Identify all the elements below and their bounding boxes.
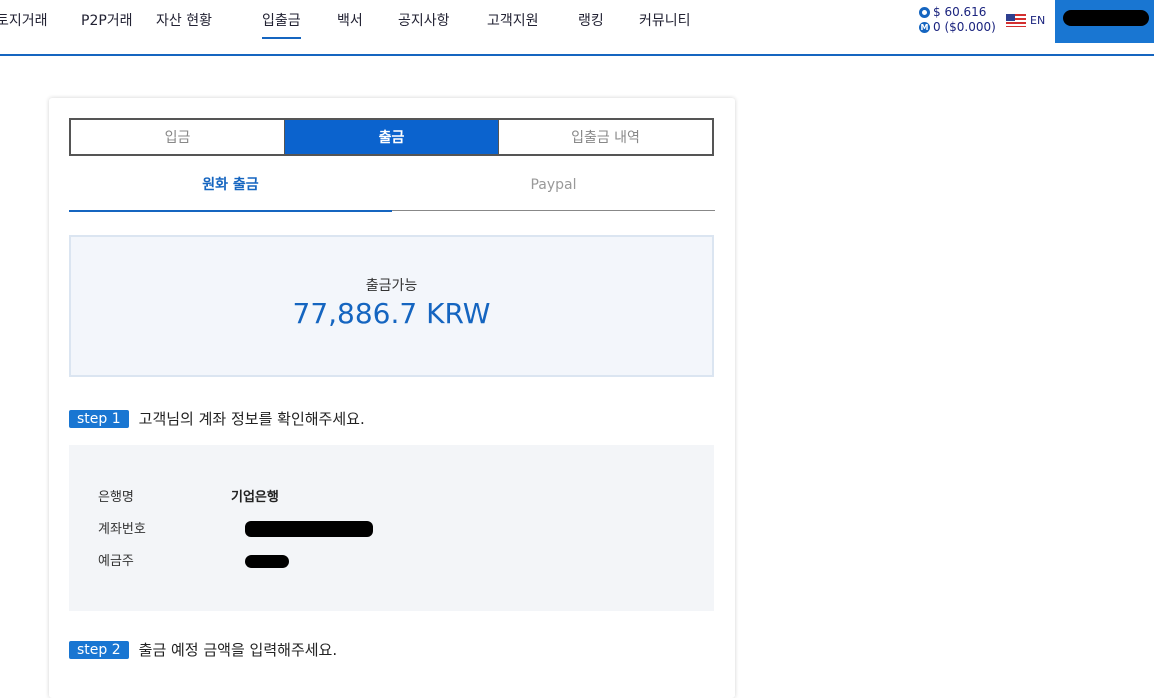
step-1-heading: step 1 고객님의 계좌 정보를 확인해주세요. <box>69 408 365 429</box>
wallet-summary: $ 60.616 M0 ($0.000) <box>919 5 1001 35</box>
nav-item-ranking[interactable]: 랭킹 <box>578 10 604 40</box>
balance-amount: 77,886.7 KRW <box>292 297 491 330</box>
nav-item-notice[interactable]: 공지사항 <box>398 10 450 40</box>
wallet-coin: 0 ($0.000) <box>933 20 996 34</box>
tab-krw-withdraw[interactable]: 원화 출금 <box>69 170 392 212</box>
sub-tabs: 원화 출금 Paypal <box>69 170 715 212</box>
nav-item-support[interactable]: 고객지원 <box>487 10 539 40</box>
dollar-coin-icon <box>919 7 930 18</box>
nav-item-community[interactable]: 커뮤니티 <box>639 10 691 40</box>
wallet-usd: $ 60.616 <box>933 5 987 19</box>
redacted-username <box>1063 10 1149 26</box>
m-coin-icon: M <box>919 22 930 33</box>
nav-item-assets[interactable]: 자산 현황 <box>156 10 212 40</box>
tab-history[interactable]: 입출금 내역 <box>499 120 712 154</box>
account-holder-label: 예금주 <box>98 554 134 569</box>
main-tabs: 입금 출금 입출금 내역 <box>69 118 714 156</box>
step-2-badge: step 2 <box>69 640 129 659</box>
user-menu-button[interactable] <box>1055 0 1154 43</box>
available-balance-box: 출금가능 77,886.7 KRW <box>69 235 714 377</box>
tab-withdraw[interactable]: 출금 <box>285 120 499 154</box>
nav-item-p2p-trade[interactable]: P2P거래 <box>81 10 133 40</box>
tab-paypal[interactable]: Paypal <box>392 170 715 210</box>
bank-name-value: 기업은행 <box>231 490 279 505</box>
step-1-badge: step 1 <box>69 409 129 428</box>
account-info-box: 은행명 기업은행 계좌번호 예금주 <box>69 445 714 611</box>
redacted-account-holder <box>245 555 289 568</box>
nav-item-deposit-withdraw[interactable]: 입출금 <box>262 10 301 40</box>
account-number-label: 계좌번호 <box>98 522 146 537</box>
balance-label: 출금가능 <box>365 278 418 294</box>
language-label: EN <box>1030 14 1046 27</box>
top-navigation: 토지거래 P2P거래 자산 현황 입출금 백서 공지사항 고객지원 랭킹 커뮤니… <box>0 0 1154 56</box>
bank-name-label: 은행명 <box>98 490 134 505</box>
redacted-account-number <box>245 521 373 537</box>
nav-item-land-trade[interactable]: 토지거래 <box>0 10 48 40</box>
us-flag-icon <box>1006 14 1026 27</box>
nav-item-whitepaper[interactable]: 백서 <box>337 10 363 40</box>
language-selector[interactable]: EN <box>1006 14 1045 27</box>
withdraw-card: 입금 출금 입출금 내역 원화 출금 Paypal 출금가능 77,886.7 … <box>49 98 735 698</box>
tab-deposit[interactable]: 입금 <box>71 120 285 154</box>
step-1-text: 고객님의 계좌 정보를 확인해주세요. <box>138 410 365 428</box>
